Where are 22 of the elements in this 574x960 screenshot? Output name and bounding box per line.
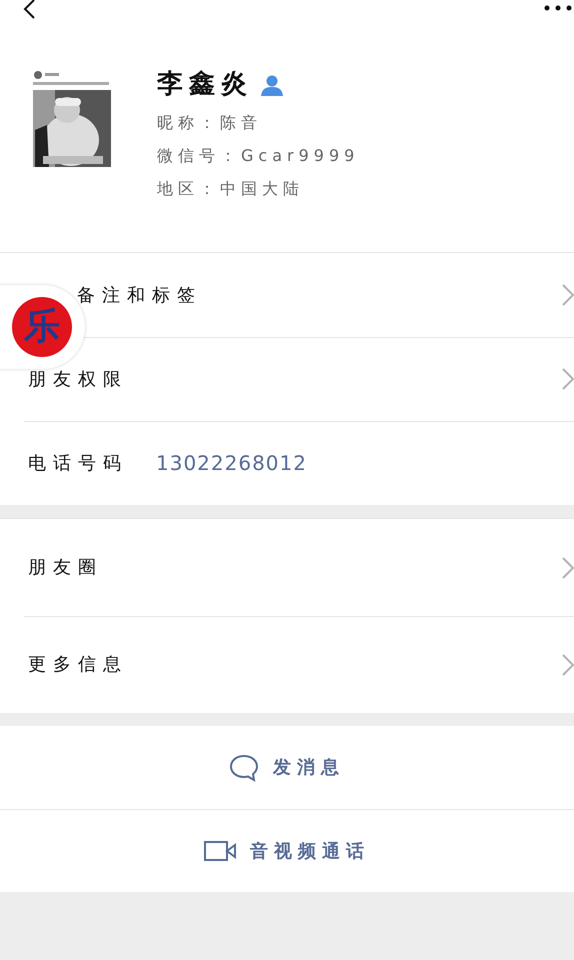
detail-label: 地区：	[157, 178, 220, 200]
detail-value: Gcar9999	[241, 145, 360, 167]
chevron-right-icon	[562, 368, 574, 390]
row-link[interactable]: 朋友圈	[28, 554, 103, 581]
detail-value: 中国大陆	[220, 178, 304, 200]
chevron-right-icon	[562, 284, 574, 306]
person-icon	[261, 74, 283, 96]
detail-value: 陈音	[220, 112, 262, 134]
detail-label: 微信号：	[157, 145, 241, 167]
chevron-right-icon	[562, 654, 574, 676]
row-link[interactable]: 朋友权限	[28, 366, 128, 392]
chevron-right-icon	[562, 556, 574, 578]
row-link[interactable]: 更多信息	[28, 651, 128, 678]
phone-number[interactable]: 13022268012	[156, 448, 307, 478]
row-label: 电话号码	[28, 452, 128, 476]
contact-name: 李鑫炎	[157, 68, 253, 100]
detail-label: 昵称：	[157, 112, 220, 134]
more-icon[interactable]	[544, 5, 572, 11]
row-link[interactable]: 备注和标签	[77, 282, 202, 308]
video-camera-icon	[204, 841, 236, 861]
chat-bubble-icon	[229, 754, 259, 782]
back-icon[interactable]	[22, 0, 36, 20]
